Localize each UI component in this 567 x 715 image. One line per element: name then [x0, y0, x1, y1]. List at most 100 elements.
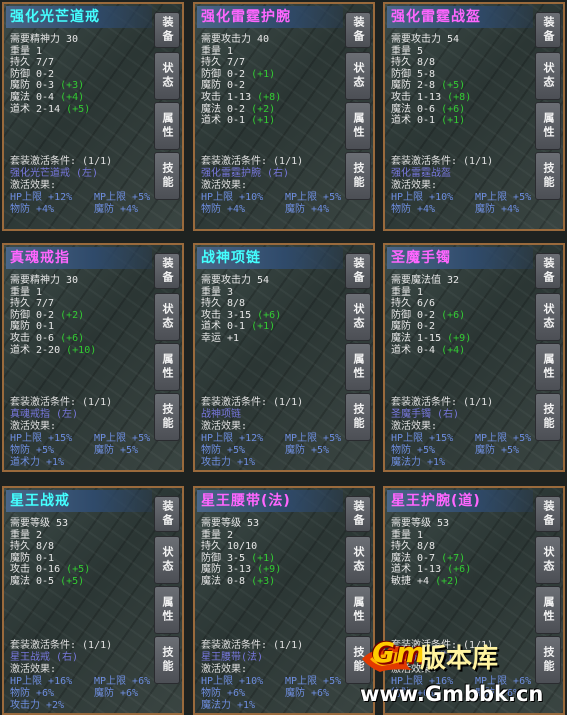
stat-text: 幸运 +1: [201, 332, 240, 344]
set-effect: 道术力 +1%: [10, 457, 65, 468]
item-title: 强化雷霆战盔: [387, 6, 533, 28]
tab-attributes[interactable]: 属性: [345, 343, 371, 391]
item-title: 强化光芒道戒: [6, 6, 152, 28]
tab-equipment[interactable]: 装备: [345, 12, 371, 48]
set-effects: HP上限 +10% MP上限 +5% 物防 +6% 魔防 +6% 魔法力 +1%: [201, 676, 369, 712]
tab-status[interactable]: 状态: [345, 536, 371, 584]
stat-text: 需要攻击力 54: [391, 34, 460, 45]
side-tabs: 装备 状态 属性 技能: [154, 247, 180, 468]
stat-line: 魔法 0-6 (+6): [391, 104, 531, 116]
stat-text: 持久 8/8: [201, 298, 246, 310]
stat-text: 持久 8/8: [10, 541, 55, 553]
tab-attributes[interactable]: 属性: [154, 102, 180, 150]
stat-line: 魔防 0-2: [391, 321, 531, 333]
stat-bonus: (+10): [66, 344, 97, 356]
stat-bonus: (+6): [60, 332, 85, 344]
stat-text: 需要攻击力 54: [201, 275, 270, 286]
stat-line: 攻击 0-16 (+5): [10, 564, 150, 576]
set-effect: HP上限 +16%: [10, 676, 73, 687]
stat-bonus: (+5): [441, 80, 466, 92]
item-title: 真魂戒指: [6, 247, 152, 269]
tab-equipment[interactable]: 装备: [154, 12, 180, 48]
tab-equipment[interactable]: 装备: [154, 253, 180, 289]
stat-text: 重量 1: [201, 45, 234, 57]
stat-line: 魔法 0-7 (+7): [391, 553, 531, 565]
watermark-logo: Gm: [372, 636, 427, 669]
tab-status[interactable]: 状态: [535, 52, 561, 100]
tab-equipment[interactable]: 装备: [535, 253, 561, 289]
item-title: 星王战戒: [6, 490, 152, 512]
tab-status[interactable]: 状态: [154, 293, 180, 341]
stat-bonus: (+6): [441, 309, 466, 321]
item-title: 星王护腕(道): [387, 490, 533, 512]
set-effect: HP上限 +15%: [391, 433, 454, 444]
set-effect-label: 激活效果:: [10, 180, 57, 191]
stat-text: 道术 2-20: [10, 344, 61, 356]
tab-skills[interactable]: 技能: [154, 636, 180, 684]
tab-skills[interactable]: 技能: [345, 152, 371, 200]
tab-skills[interactable]: 技能: [154, 393, 180, 441]
tab-status[interactable]: 状态: [154, 52, 180, 100]
set-effect: HP上限 +10%: [201, 676, 264, 687]
stat-line: 魔防 0-3 (+3): [10, 80, 150, 92]
set-effect: 物防 +6%: [201, 688, 246, 699]
stat-bonus: (+8): [257, 91, 282, 103]
tab-equipment[interactable]: 装备: [345, 496, 371, 532]
stat-text: 敏捷 +4: [391, 575, 430, 587]
tab-status[interactable]: 状态: [345, 293, 371, 341]
stat-text: 道术 1-13: [391, 564, 442, 576]
set-condition-label: 套装激活条件: (1/1): [391, 397, 494, 408]
stat-line: 敏捷 +4 (+2): [391, 576, 531, 588]
tab-attributes[interactable]: 属性: [535, 586, 561, 634]
stat-line: 需要攻击力 40: [201, 34, 341, 46]
set-effects: HP上限 +10% MP上限 +5% 物防 +4% 魔防 +4%: [391, 192, 559, 216]
tab-equipment[interactable]: 装备: [154, 496, 180, 532]
stat-text: 攻击 0-6: [10, 332, 55, 344]
set-effect-label: 激活效果:: [201, 421, 248, 432]
stat-text: 攻击 1-13: [201, 91, 252, 103]
stat-text: 道术 2-14: [10, 103, 61, 115]
stat-line: 魔防 2-8 (+5): [391, 80, 531, 92]
stat-line: 道术 0-1 (+1): [201, 115, 341, 127]
tab-attributes[interactable]: 属性: [535, 343, 561, 391]
stat-bonus: (+9): [447, 332, 472, 344]
stat-line: 持久 8/8: [391, 57, 531, 69]
tab-attributes[interactable]: 属性: [345, 586, 371, 634]
stat-bonus: (+4): [60, 91, 85, 103]
tab-status[interactable]: 状态: [535, 293, 561, 341]
set-piece-name: 星王战戒 (右): [10, 652, 79, 663]
stat-text: 防御 5-8: [391, 68, 436, 80]
set-effect: 物防 +5%: [391, 445, 436, 456]
stat-text: 重量 2: [10, 529, 43, 541]
tab-equipment[interactable]: 装备: [535, 496, 561, 532]
tab-attributes[interactable]: 属性: [154, 343, 180, 391]
stat-text: 魔防 0-1: [10, 321, 55, 333]
tab-status[interactable]: 状态: [154, 536, 180, 584]
set-piece-name: 战神项链: [201, 409, 241, 420]
tab-attributes[interactable]: 属性: [154, 586, 180, 634]
tab-status[interactable]: 状态: [535, 536, 561, 584]
stat-text: 魔法 0-8: [201, 575, 246, 587]
stat-line: 攻击 0-6 (+6): [10, 333, 150, 345]
tab-status[interactable]: 状态: [345, 52, 371, 100]
set-effect: 魔法力 +1%: [201, 700, 256, 711]
stat-bonus: (+1): [251, 552, 276, 564]
stat-line: 持久 10/10: [201, 541, 341, 553]
stat-line: 魔法 0-4 (+4): [10, 92, 150, 104]
tab-skills[interactable]: 技能: [345, 393, 371, 441]
tab-equipment[interactable]: 装备: [345, 253, 371, 289]
set-effects: HP上限 +15% MP上限 +5% 物防 +5% 魔防 +5% 道术力 +1%: [10, 433, 178, 469]
tab-skills[interactable]: 技能: [154, 152, 180, 200]
stat-text: 魔法 0-4: [10, 91, 55, 103]
tab-skills[interactable]: 技能: [535, 152, 561, 200]
set-bonus-section: 套装激活条件: (1/1) 星王腰带(法) 激活效果: HP上限 +10% MP上限 +…: [201, 640, 369, 712]
tab-attributes[interactable]: 属性: [345, 102, 371, 150]
stat-text: 防御 3-5: [201, 552, 246, 564]
tab-attributes[interactable]: 属性: [535, 102, 561, 150]
stat-bonus: (+1): [251, 321, 276, 333]
tab-skills[interactable]: 技能: [535, 393, 561, 441]
set-condition-label: 套装激活条件: (1/1): [391, 156, 494, 167]
set-condition-label: 套装激活条件: (1/1): [10, 156, 113, 167]
tab-equipment[interactable]: 装备: [535, 12, 561, 48]
site-watermark: Gm 版本库 www.Gmbbk.cn: [360, 636, 565, 711]
